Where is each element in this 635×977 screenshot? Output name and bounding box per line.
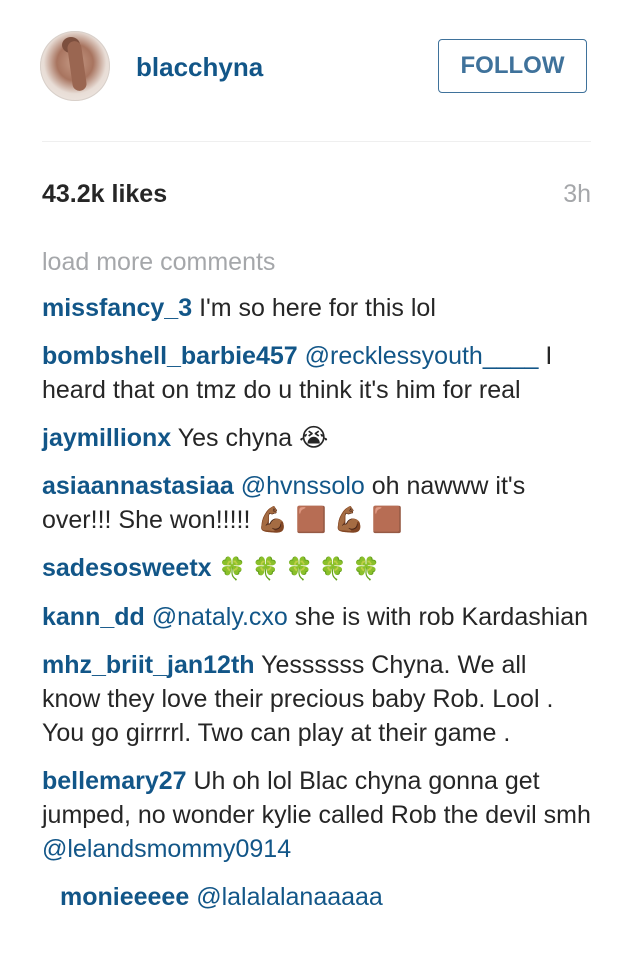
post-time[interactable]: 3h (563, 180, 591, 209)
comment-text: I'm so here for this lol (199, 294, 436, 322)
comment-item: kann_dd @nataly.cxo she is with rob Kard… (42, 600, 591, 634)
avatar[interactable] (40, 31, 110, 101)
comment-mention-link[interactable]: @hvnssolo (241, 472, 365, 500)
follow-button[interactable]: FOLLOW (438, 39, 587, 93)
comment-item: jaymillionx Yes chyna 😭 (42, 421, 591, 455)
comment-item: bellemary27 Uh oh lol Blac chyna gonna g… (42, 764, 591, 866)
comment-mention-link[interactable]: @recklessyouth____ (305, 342, 539, 370)
comment-item: mhz_briit_jan12th Yessssss Chyna. We all… (42, 648, 591, 750)
post-stats: 43.2k likes 3h (42, 142, 591, 208)
likes-count[interactable]: 43.2k likes (42, 180, 167, 209)
comment-item: bombshell_barbie457 @recklessyouth____ I… (42, 339, 591, 407)
comment-username[interactable]: asiaannastasiaa (42, 472, 234, 500)
comment-username[interactable]: monieeeee (60, 883, 189, 911)
username-link[interactable]: blacchyna (136, 52, 263, 83)
comment-text: Yes chyna 😭 (177, 424, 329, 452)
comment-username[interactable]: mhz_briit_jan12th (42, 651, 255, 679)
comment-mention-link[interactable]: @nataly.cxo (152, 603, 288, 631)
comment-username[interactable]: missfancy_3 (42, 294, 192, 322)
comment-username[interactable]: jaymillionx (42, 424, 171, 452)
comment-item: asiaannastasiaa @hvnssolo oh nawww it's … (42, 469, 591, 537)
comment-username[interactable]: bellemary27 (42, 767, 187, 795)
comment-username[interactable]: sadesosweetx (42, 554, 212, 582)
comment-item: sadesosweetx 🍀 🍀 🍀 🍀 🍀 (42, 551, 591, 586)
post-header: blacchyna FOLLOW (0, 0, 635, 142)
comment-text: she is with rob Kardashian (287, 603, 589, 631)
comment-mention-link[interactable]: @lelandsmommy0914 (42, 835, 291, 863)
comment-item: missfancy_3 I'm so here for this lol (42, 291, 591, 325)
comment-username[interactable]: bombshell_barbie457 (42, 342, 298, 370)
avatar-photo-body (66, 40, 88, 92)
comment-item: monieeeee @lalalalanaaaaa (42, 880, 591, 914)
comment-mention-link[interactable]: @lalalalanaaaaa (196, 883, 383, 911)
comments-list: load more comments missfancy_3 I'm so he… (42, 202, 591, 914)
load-more-comments-link[interactable]: load more comments (42, 248, 591, 277)
comment-text: 🍀 🍀 🍀 🍀 🍀 (218, 556, 380, 581)
comment-username[interactable]: kann_dd (42, 603, 145, 631)
